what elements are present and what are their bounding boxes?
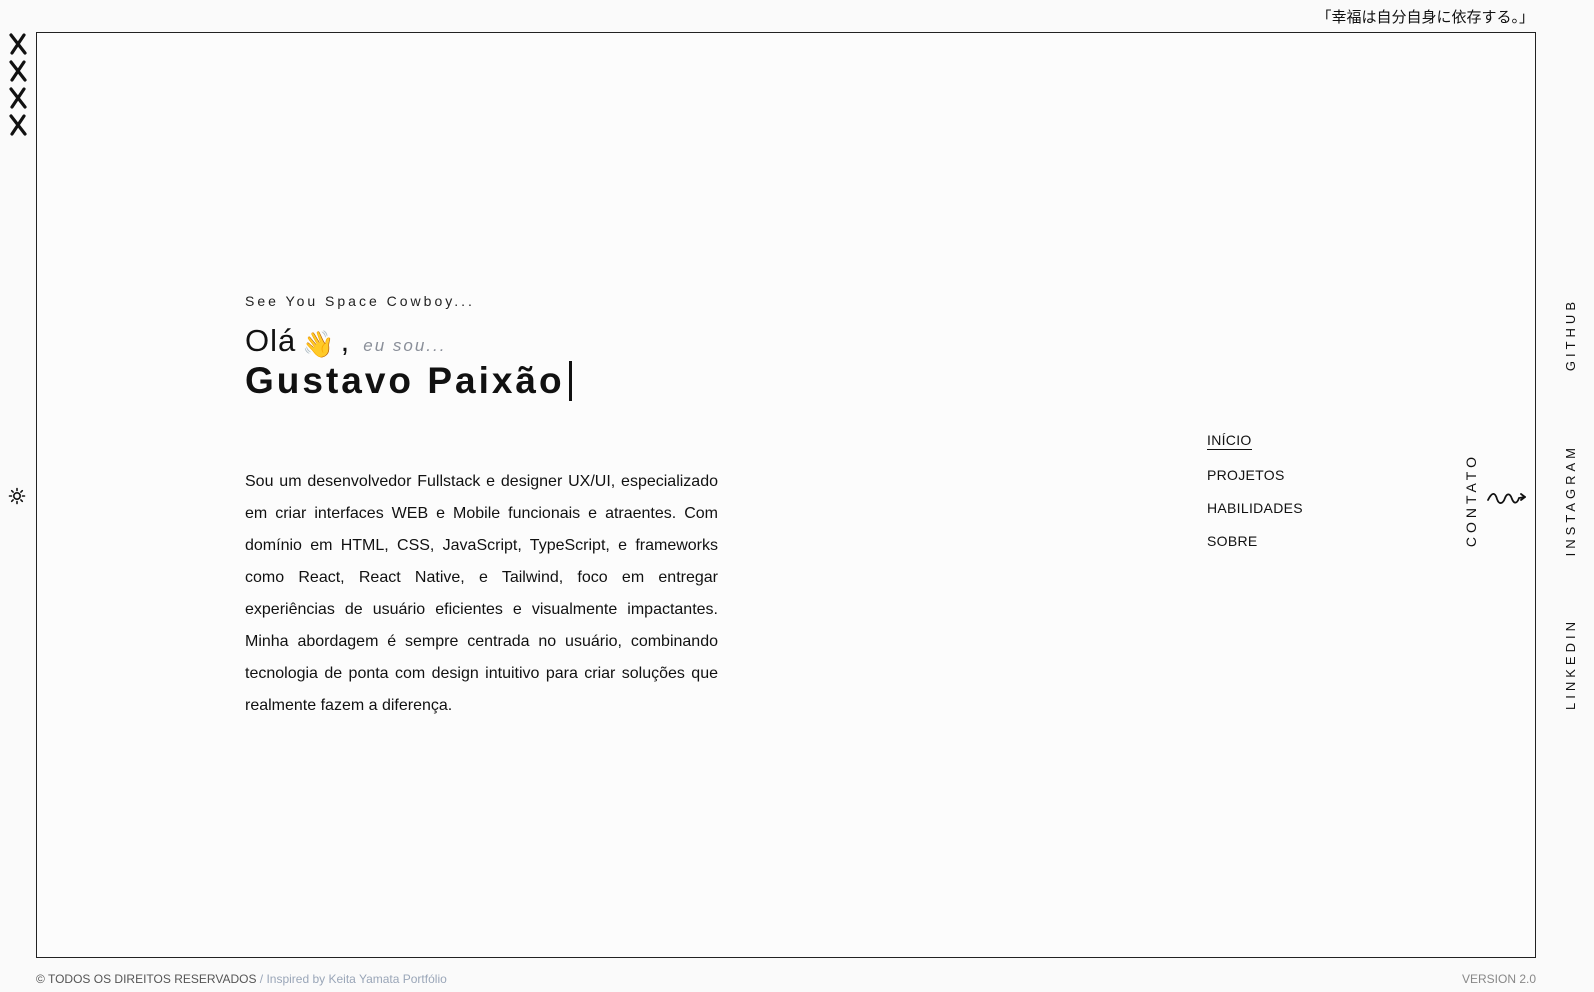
japanese-quote: 「幸福は自分自身に依存する。」 [1316, 8, 1534, 26]
wave-emoji-icon: 👋 [302, 329, 335, 359]
greeting: Olá 👋 , eu sou... [245, 323, 446, 361]
theme-toggle-button[interactable] [6, 485, 28, 507]
greeting-hello: Olá [245, 323, 297, 358]
nav-item-habilidades[interactable]: HABILIDADES [1207, 500, 1303, 516]
instagram-label: INSTAGRAM [1562, 444, 1578, 557]
greeting-eu-sou: eu sou... [363, 336, 447, 355]
main-nav: INÍCIO PROJETOS HABILIDADES SOBRE [1207, 432, 1303, 549]
contato-link[interactable]: CONTATO [1463, 450, 1479, 550]
footer-version: VERSION 2.0 [1461, 972, 1536, 986]
x-mark-icon [9, 60, 27, 82]
hero-name-text: Gustavo Paixão [245, 360, 565, 401]
linkedin-link[interactable]: LINKEDIN [1562, 608, 1578, 720]
sun-icon [8, 487, 26, 505]
left-decoration [9, 33, 29, 136]
squiggle-arrow-icon[interactable] [1486, 490, 1528, 506]
linkedin-label: LINKEDIN [1562, 618, 1578, 710]
x-mark-icon [9, 33, 27, 55]
typing-caret [568, 361, 572, 401]
github-label: GITHUB [1562, 298, 1578, 372]
nav-item-inicio[interactable]: INÍCIO [1207, 432, 1252, 450]
hero-tagline: See You Space Cowboy... [245, 293, 475, 309]
instagram-link[interactable]: INSTAGRAM [1562, 433, 1578, 568]
contato-label: CONTATO [1463, 452, 1479, 548]
greeting-comma: , [340, 323, 350, 358]
bio-paragraph: Sou um desenvolvedor Fullstack e designe… [245, 473, 718, 714]
github-link[interactable]: GITHUB [1562, 290, 1578, 380]
inspired-by-link[interactable]: / Inspired by Keita Yamata Portfólio [256, 972, 447, 986]
footer-copyright: © TODOS OS DIREITOS RESERVADOS / Inspire… [36, 972, 447, 986]
nav-item-projetos[interactable]: PROJETOS [1207, 467, 1285, 483]
hero-name: Gustavo Paixão [245, 360, 572, 402]
copyright-text: © TODOS OS DIREITOS RESERVADOS [36, 972, 257, 986]
nav-item-sobre[interactable]: SOBRE [1207, 533, 1258, 549]
x-mark-icon [9, 87, 27, 109]
x-mark-icon [9, 114, 27, 136]
